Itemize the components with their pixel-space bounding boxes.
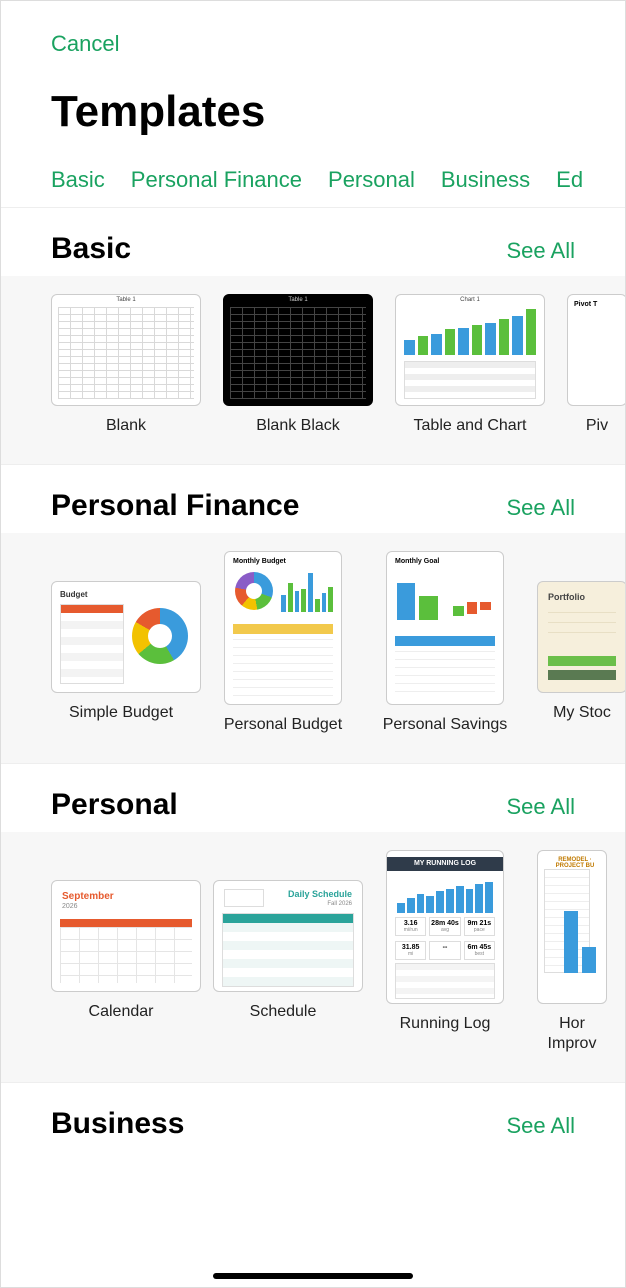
template-label: Calendar (51, 1002, 191, 1022)
see-all-personal[interactable]: See All (507, 794, 576, 820)
template-label: Personal Savings (375, 715, 515, 735)
stat-unit: pace (465, 927, 494, 933)
thumb-title: Daily Schedule (288, 889, 352, 899)
thumb-title: Budget (60, 590, 88, 599)
thumb-title: REMODEL · PROJECT BU (544, 857, 606, 869)
see-all-basic[interactable]: See All (507, 238, 576, 264)
thumb-title: Monthly Budget (233, 558, 286, 565)
template-label: Blank (51, 416, 201, 436)
template-label: Blank Black (223, 416, 373, 436)
section-basic: Basic See All Table 1 Blank Table 1 Blan… (1, 207, 625, 464)
page-title: Templates (51, 87, 575, 137)
donut-chart-icon (132, 608, 188, 664)
template-label: Personal Budget (213, 715, 353, 735)
stat-value: 3.16 (396, 920, 425, 927)
template-table-and-chart[interactable]: Chart 1 Table and Chart (395, 294, 545, 436)
tab-basic[interactable]: Basic (51, 167, 105, 193)
section-personal-title: Personal (51, 788, 178, 822)
template-label: Piv (567, 416, 625, 436)
cancel-button[interactable]: Cancel (51, 31, 575, 57)
stat-value: 6m 45s (465, 944, 494, 951)
section-personal: Personal See All September 2026 Calendar… (1, 763, 625, 1082)
stat-value: -- (430, 944, 459, 951)
template-schedule[interactable]: Daily Schedule Fall 2026 Schedule (213, 850, 353, 1054)
thumb-title: Pivot T (574, 301, 597, 308)
thumb-subtitle: 2026 (62, 903, 78, 910)
thumb-subtitle: Fall 2026 (327, 901, 352, 907)
stat-unit: mi (396, 951, 425, 957)
section-pf-title: Personal Finance (51, 489, 299, 523)
template-label: Running Log (375, 1014, 515, 1034)
donut-chart-icon (235, 572, 273, 610)
template-calendar[interactable]: September 2026 Calendar (51, 850, 191, 1054)
template-label: Table and Chart (395, 416, 545, 436)
stat-value: 31.85 (396, 944, 425, 951)
template-home-improvement[interactable]: REMODEL · PROJECT BU Hor Improv (537, 850, 607, 1054)
template-blank-black[interactable]: Table 1 Blank Black (223, 294, 373, 436)
thumb-title: Table 1 (224, 297, 372, 303)
template-my-stocks[interactable]: Portfolio My Stoc (537, 551, 625, 735)
tab-business[interactable]: Business (441, 167, 530, 193)
template-running-log[interactable]: MY RUNNING LOG 3.16mi/run 28m 40savg 9m … (375, 850, 515, 1054)
section-basic-title: Basic (51, 232, 131, 266)
see-all-business[interactable]: See All (507, 1113, 576, 1139)
section-personal-finance: Personal Finance See All Budget Simple B… (1, 464, 625, 763)
tab-personal[interactable]: Personal (328, 167, 415, 193)
template-pivot[interactable]: Pivot T Piv (567, 294, 625, 436)
template-personal-budget[interactable]: Monthly Budget Personal Budget (213, 551, 353, 735)
template-label: Simple Budget (51, 703, 191, 723)
see-all-personal-finance[interactable]: See All (507, 495, 576, 521)
template-label: Schedule (213, 1002, 353, 1022)
tab-personal-finance[interactable]: Personal Finance (131, 167, 302, 193)
home-indicator[interactable] (213, 1273, 413, 1279)
template-simple-budget[interactable]: Budget Simple Budget (51, 551, 191, 735)
thumb-title: Monthly Goal (395, 558, 439, 565)
thumb-title: Portfolio (548, 592, 585, 602)
template-personal-savings[interactable]: Monthly Goal Personal Savings (375, 551, 515, 735)
template-label: Hor Improv (537, 1014, 607, 1054)
stat-unit: mi/run (396, 927, 425, 933)
category-tabs: Basic Personal Finance Personal Business… (1, 147, 625, 207)
thumb-title: September (62, 891, 114, 902)
stat-unit: best (465, 951, 494, 957)
thumb-title: Table 1 (52, 297, 200, 303)
stat-value: 28m 40s (430, 920, 459, 927)
thumb-title: Chart 1 (396, 297, 544, 303)
thumb-title: MY RUNNING LOG (387, 857, 503, 871)
stat-unit: avg (430, 927, 459, 933)
tab-education[interactable]: Ed (556, 167, 583, 193)
template-blank[interactable]: Table 1 Blank (51, 294, 201, 436)
section-business: Business See All (1, 1082, 625, 1151)
template-label: My Stoc (537, 703, 625, 723)
section-business-title: Business (51, 1107, 184, 1141)
stat-value: 9m 21s (465, 920, 494, 927)
